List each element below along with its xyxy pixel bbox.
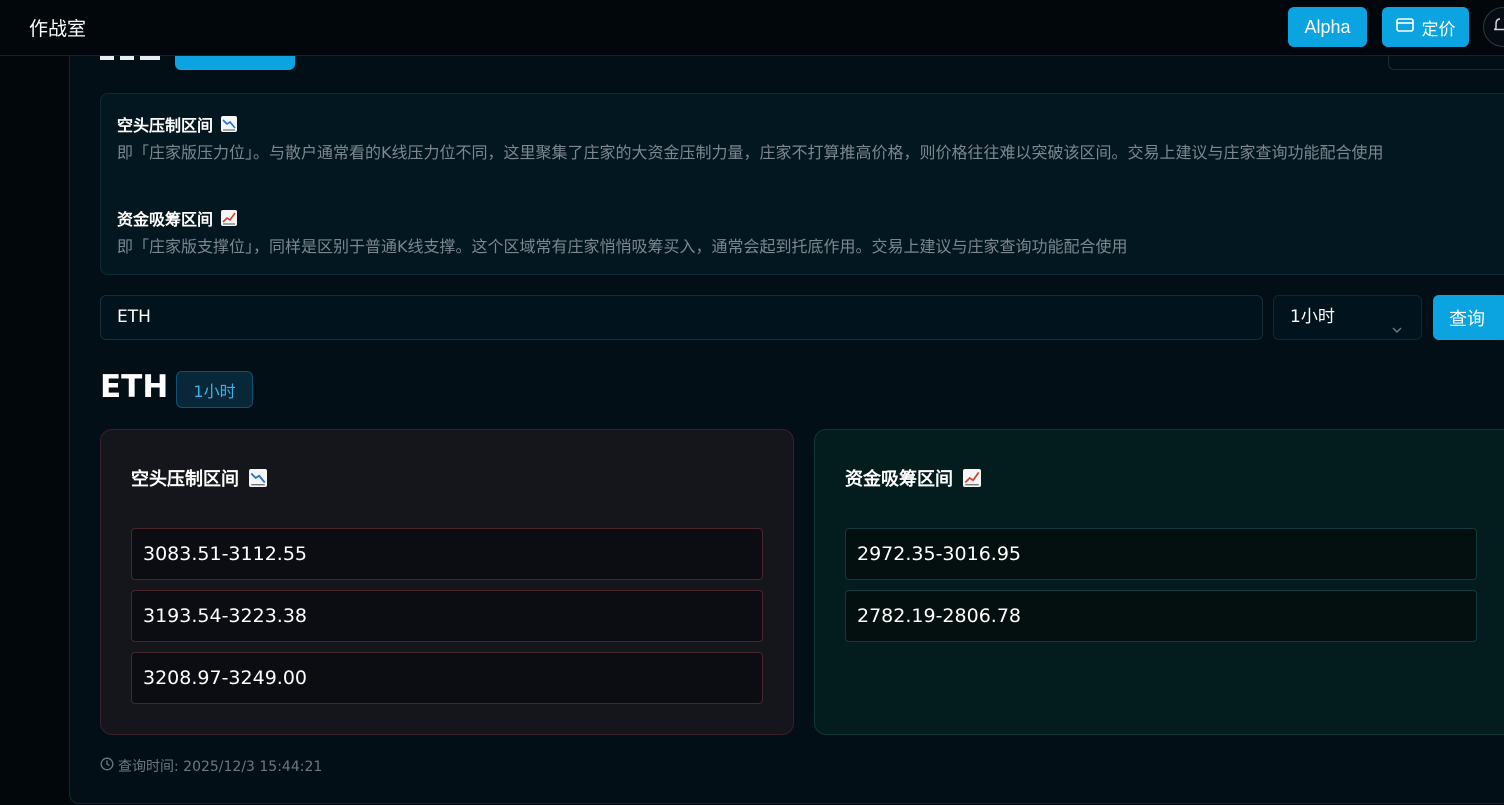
alpha-label: Alpha: [1304, 16, 1351, 37]
pricing-label: 定价: [1421, 19, 1456, 40]
alpha-button[interactable]: Alpha: [1288, 7, 1367, 47]
left-sidebar: [0, 56, 69, 805]
top-bar: 作战室 Alpha 定价: [0, 0, 1504, 56]
chart-increasing-icon: [221, 210, 238, 226]
chart-increasing-icon: [963, 469, 981, 487]
clock-icon: [100, 757, 114, 775]
long-card-title: 资金吸筹区间: [845, 465, 981, 491]
query-button[interactable]: 查询: [1433, 295, 1504, 340]
short-zone: 3193.54-3223.38: [131, 590, 763, 642]
short-pressure-card: 空头压制区间 3083.51-3112.55 3193.54-3223.38 3…: [100, 429, 794, 735]
accumulation-card: 资金吸筹区间 2972.35-3016.95 2782.19-2806.78: [814, 429, 1504, 735]
info-long-desc: 即「庄家版支撑位」，同样是区别于普通K线支撑。这个区域常有庄家悄悄吸筹买入，通常…: [117, 237, 1128, 256]
symbol-input[interactable]: ETH: [100, 295, 1263, 340]
chart-decreasing-icon: [249, 469, 267, 487]
info-short-desc: 即「庄家版压力位」。与散户通常看的K线压力位不同，这里聚集了庄家的大资金压制力量…: [117, 143, 1384, 162]
interval-select[interactable]: 1小时: [1273, 295, 1422, 340]
query-time: 查询时间: 2025/12/3 15:44:21: [100, 756, 322, 776]
info-box: 空头压制区间 即「庄家版压力位」。与散户通常看的K线压力位不同，这里聚集了庄家的…: [100, 93, 1504, 275]
chevron-down-icon: [1391, 310, 1403, 353]
notification-button[interactable]: [1483, 7, 1504, 47]
bell-icon: [1492, 17, 1504, 37]
app-title: 作战室: [29, 18, 87, 40]
result-symbol: ETH: [100, 369, 169, 405]
chart-decreasing-icon: [221, 116, 238, 132]
short-card-title: 空头压制区间: [131, 465, 267, 491]
card-icon: [1395, 17, 1414, 37]
pricing-button[interactable]: 定价: [1382, 7, 1469, 47]
interval-select-value: 1小时: [1290, 307, 1335, 327]
long-zone: 2782.19-2806.78: [845, 590, 1477, 642]
short-zone: 3083.51-3112.55: [131, 528, 763, 580]
info-short-title: 空头压制区间: [117, 112, 238, 136]
short-zone: 3208.97-3249.00: [131, 652, 763, 704]
long-zone: 2972.35-3016.95: [845, 528, 1477, 580]
result-interval-badge: 1小时: [176, 371, 253, 408]
info-long-title: 资金吸筹区间: [117, 206, 238, 230]
query-label: 查询: [1449, 308, 1485, 330]
query-time-text: 查询时间: 2025/12/3 15:44:21: [118, 759, 323, 775]
